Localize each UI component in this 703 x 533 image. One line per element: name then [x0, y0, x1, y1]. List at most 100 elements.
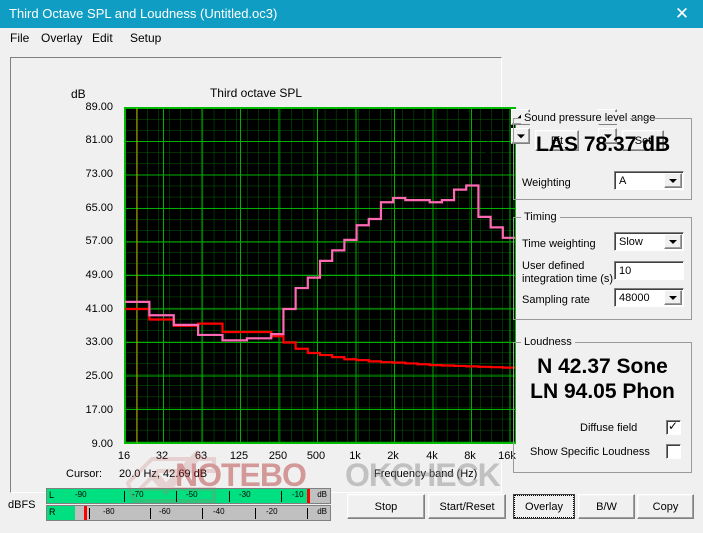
loudness-group: Loudness N 42.37 Sone LN 94.05 Phon Diff…: [513, 336, 692, 473]
meter-tick-mark: [176, 491, 177, 502]
diffuse-field-label: Diffuse field: [580, 422, 638, 434]
window-title: Third Octave SPL and Loudness (Untitled.…: [9, 6, 278, 21]
x-tick: 8k: [464, 450, 476, 462]
meter-unit: dB: [317, 490, 327, 499]
overlay-button[interactable]: Overlay: [513, 494, 575, 519]
meter-tick-mark: [89, 508, 90, 519]
weighting-label: Weighting: [522, 177, 571, 189]
meter-tick: -60: [159, 507, 171, 516]
y-tick: 9.00: [91, 438, 113, 450]
menu-item-file[interactable]: File: [10, 31, 29, 45]
meter-tick-mark: [307, 508, 308, 519]
check-icon: ✓: [668, 419, 679, 433]
integration-time-input[interactable]: 10: [614, 261, 684, 280]
y-tick: 81.00: [85, 134, 113, 146]
sampling-rate-label: Sampling rate: [522, 294, 590, 306]
meter-tick: -80: [103, 507, 115, 516]
meter-tick: -70: [132, 490, 144, 499]
time-weighting-label: Time weighting: [522, 238, 596, 250]
x-tick: 32: [155, 450, 169, 462]
meter-tick: -10: [292, 490, 304, 499]
y-tick: 17.00: [85, 404, 113, 416]
copy-button[interactable]: Copy: [637, 494, 694, 519]
integration-label-line1: User defined: [522, 260, 585, 272]
title-bar: Third Octave SPL and Loudness (Untitled.…: [0, 0, 703, 28]
meter-channel-right: R: [49, 507, 56, 517]
meter-channel-left: L: [49, 490, 55, 500]
y-tick: 65.00: [85, 202, 113, 214]
y-tick: 57.00: [85, 235, 113, 247]
meter-tick: -90: [75, 490, 87, 499]
meter-row-right: R -80 -60 -40 -20 dB: [46, 505, 331, 521]
cursor-label: Cursor:: [66, 468, 103, 480]
meter-peak-left: [307, 489, 311, 503]
meter-tick: -50: [186, 490, 198, 499]
spl-plot[interactable]: [124, 107, 516, 444]
x-tick: 63: [194, 450, 208, 462]
x-tick: 16: [117, 450, 131, 462]
bw-button[interactable]: B/W: [578, 494, 635, 519]
meter-tick: -20: [266, 507, 278, 516]
y-tick: 25.00: [85, 370, 113, 382]
meter-tick-mark: [255, 508, 256, 519]
meter-tick-mark: [150, 508, 151, 519]
spl-group: Sound pressure level LAS 78.37 dB Weight…: [513, 112, 692, 200]
close-icon[interactable]: ✕: [667, 3, 697, 25]
timing-group: Timing Time weighting Slow User defined …: [513, 211, 692, 320]
loudness-group-title: Loudness: [521, 336, 575, 348]
app-window: Third Octave SPL and Loudness (Untitled.…: [0, 0, 703, 533]
meter-tick-mark: [281, 491, 282, 502]
meter-tick: -40: [213, 507, 225, 516]
menu-item-edit[interactable]: Edit: [92, 31, 113, 45]
y-tick: 73.00: [85, 168, 113, 180]
meter-unit: dB: [317, 507, 327, 516]
x-axis-label: Frequency band (Hz): [374, 468, 478, 480]
meter-tick-mark: [229, 491, 230, 502]
sampling-rate-value: 48000: [619, 291, 650, 304]
chevron-down-icon[interactable]: [664, 290, 682, 305]
meter-tick: -30: [239, 490, 251, 499]
start-reset-button[interactable]: Start/Reset: [428, 494, 506, 519]
y-tick: 89.00: [85, 101, 113, 113]
time-weighting-select[interactable]: Slow: [614, 232, 684, 251]
integration-label-line2: integration time (s): [522, 273, 614, 285]
x-tick: 2k: [387, 450, 399, 462]
menu-item-overlay[interactable]: Overlay: [41, 31, 82, 45]
chevron-down-icon[interactable]: [664, 234, 682, 249]
x-tick: 250: [268, 450, 288, 462]
arta-watermark: ARTA: [484, 111, 492, 158]
x-tick: 4k: [426, 450, 438, 462]
level-meter: L -90 -70 -50 -30 -10 dB R -80 -60 -40 -…: [46, 488, 331, 524]
loudness-phon-reading: LN 94.05 Phon: [530, 380, 675, 403]
spl-reading: LAS 78.37 dB: [536, 133, 671, 156]
diffuse-field-checkbox[interactable]: ✓: [666, 420, 681, 435]
integration-time-value: 10: [619, 264, 632, 277]
spl-group-title: Sound pressure level: [521, 112, 631, 124]
sampling-rate-select[interactable]: 48000: [614, 288, 684, 307]
stop-button[interactable]: Stop: [347, 494, 425, 519]
specific-loudness-checkbox[interactable]: [666, 444, 681, 459]
timing-group-title: Timing: [521, 211, 560, 223]
weighting-value: A: [619, 174, 627, 187]
meter-peak-right: [83, 506, 87, 520]
loudness-sone-reading: N 42.37 Sone: [537, 355, 668, 378]
meter-row-left: L -90 -70 -50 -30 -10 dB: [46, 488, 331, 504]
meter-label: dBFS: [8, 499, 36, 511]
menu-item-setup[interactable]: Setup: [130, 31, 161, 45]
client-area: Third octave SPL dB 89.00 81.00 73.00 65…: [0, 48, 703, 533]
y-tick: 49.00: [85, 269, 113, 281]
x-tick: 125: [229, 450, 249, 462]
y-tick: 33.00: [85, 336, 113, 348]
meter-tick-mark: [202, 508, 203, 519]
specific-loudness-label: Show Specific Loudness: [530, 446, 650, 458]
meter-tick-mark: [124, 491, 125, 502]
x-tick: 1k: [349, 450, 361, 462]
spl-plot-svg: [125, 108, 515, 443]
overlay-button-label: Overlay: [514, 495, 574, 518]
y-tick: 41.00: [85, 303, 113, 315]
weighting-select[interactable]: A: [614, 171, 684, 190]
x-tick: 500: [306, 450, 326, 462]
time-weighting-value: Slow: [619, 235, 643, 248]
chart-panel: Third octave SPL dB 89.00 81.00 73.00 65…: [10, 57, 516, 493]
chevron-down-icon[interactable]: [664, 173, 682, 188]
